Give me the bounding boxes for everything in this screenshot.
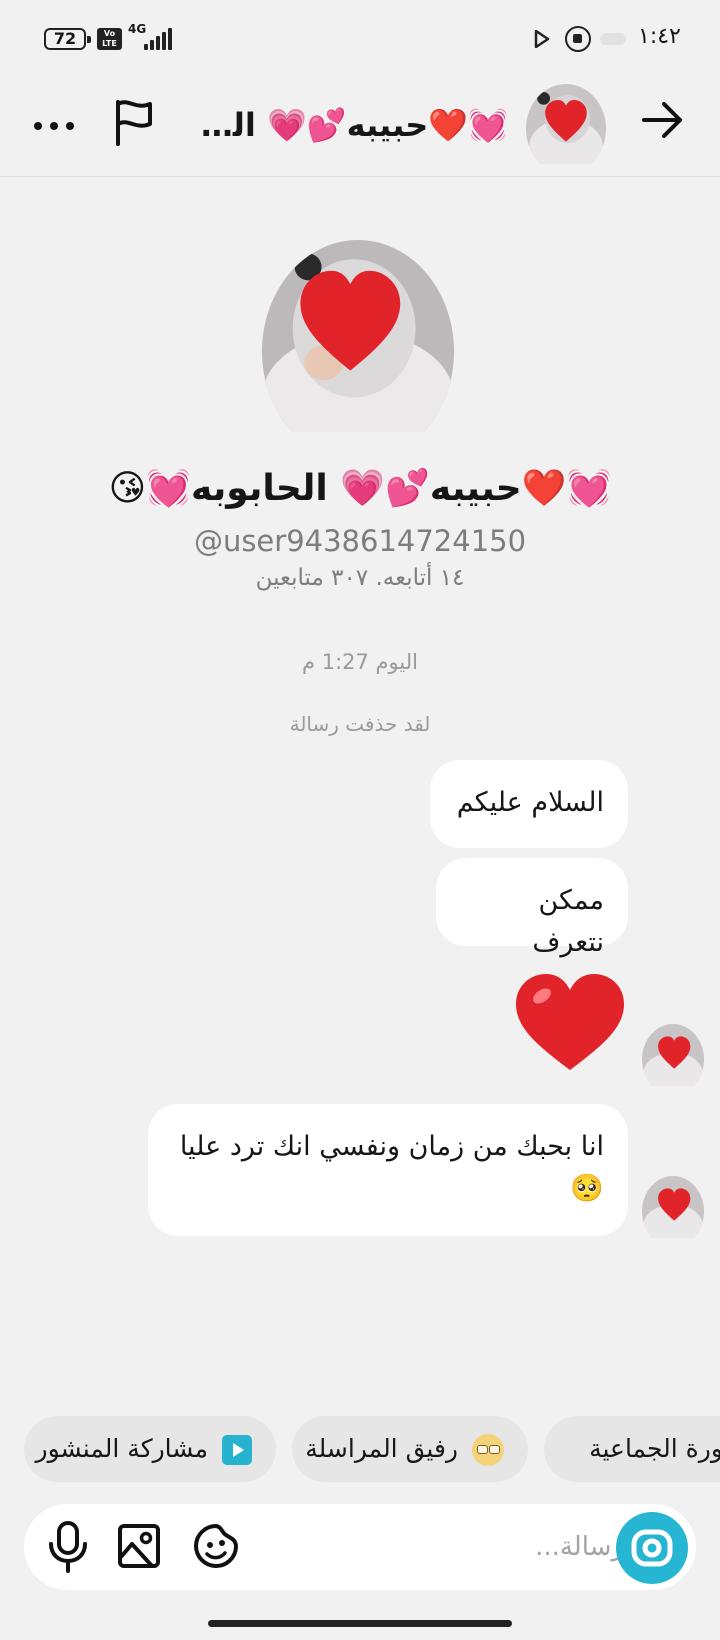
chip-share-post[interactable]: مشاركة المنشور — [24, 1416, 276, 1482]
play-store-icon — [534, 30, 550, 48]
chip-label: الصورة الجماعية — [589, 1434, 720, 1463]
screen-record-icon — [565, 26, 591, 52]
message-bubble[interactable]: ممكن نتعرف — [436, 858, 628, 958]
message-bubble[interactable]: انا بحبك من زمان ونفسي انك ترد عليا 🥺 — [148, 1104, 628, 1236]
status-bar: 72 Vo LTE 4G ١:٤٢ — [0, 0, 720, 78]
header-title[interactable]: 💓❤️حبيبه💕💗 الحابوبه💓😘 — [188, 102, 508, 148]
message-bubble[interactable]: السلام عليكم — [430, 760, 628, 848]
header-avatar[interactable] — [526, 84, 606, 164]
notification-icon — [600, 33, 626, 45]
battery-icon: 72 — [44, 28, 91, 50]
more-icon[interactable] — [34, 118, 78, 132]
flag-icon[interactable] — [112, 98, 156, 146]
play-icon — [222, 1435, 252, 1465]
profile-name: 💓❤️حبيبه💕💗 الحابوبه💓😘 — [108, 468, 612, 509]
battery-level: 72 — [53, 29, 77, 48]
chip-label: رفيق المراسلة — [305, 1434, 458, 1463]
microphone-icon[interactable] — [46, 1520, 90, 1574]
chat-header: 💓❤️حبيبه💕💗 الحابوبه💓😘 — [0, 80, 720, 177]
chip-label: مشاركة المنشور — [35, 1434, 209, 1463]
message-composer — [24, 1504, 696, 1590]
deleted-message-notice: لقد حذفت رسالة — [289, 712, 431, 736]
volte-icon: Vo LTE — [97, 28, 122, 50]
glasses-emoji-icon — [472, 1434, 504, 1466]
clock: ١:٤٢ — [638, 24, 681, 49]
home-indicator[interactable] — [208, 1620, 512, 1627]
sender-avatar[interactable] — [642, 1176, 704, 1238]
profile-avatar[interactable] — [262, 240, 454, 432]
heart-emoji-message[interactable] — [512, 970, 628, 1074]
message-timestamp: اليوم 1:27 م — [302, 650, 418, 674]
chip-group-photo[interactable]: الصورة الجماعية — [544, 1416, 720, 1482]
suggestion-chips: مشاركة المنشور رفيق المراسلة الصورة الجم… — [0, 1416, 720, 1482]
profile-stats: ١٤ أتابعه. ٣٠٧ متابعين — [255, 565, 465, 591]
sender-avatar[interactable] — [642, 1024, 704, 1086]
arrow-right-icon[interactable] — [640, 100, 686, 140]
image-icon[interactable] — [116, 1522, 162, 1570]
chip-messaging-buddy[interactable]: رفيق المراسلة — [292, 1416, 528, 1482]
sticker-icon[interactable] — [192, 1521, 242, 1571]
message-input[interactable] — [314, 1522, 624, 1572]
signal-icon — [144, 26, 176, 50]
profile-username: @user9438614724150 — [193, 524, 527, 558]
camera-icon — [631, 1529, 673, 1567]
camera-button[interactable] — [616, 1512, 688, 1584]
